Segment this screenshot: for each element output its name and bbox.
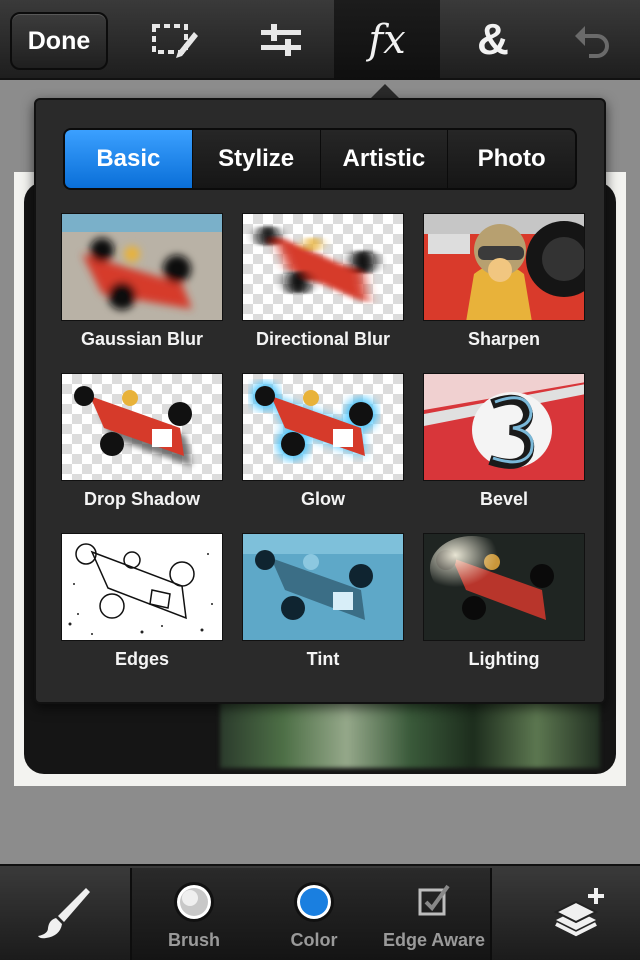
glow-thumbnail	[242, 373, 404, 481]
effect-label: Edges	[114, 649, 170, 669]
effect-bevel[interactable]: Bevel	[423, 373, 585, 523]
effect-edges[interactable]: Edges	[61, 533, 223, 683]
ampersand-icon: &	[477, 15, 509, 64]
lighting-thumbnail	[423, 533, 585, 641]
bottom-toolbar: Brush Color Edge Aware	[0, 864, 640, 960]
brush-tool-button[interactable]	[0, 866, 128, 960]
top-toolbar: Done fx &	[0, 0, 640, 80]
dashed-select-pencil-icon	[152, 24, 198, 58]
sharpen-thumbnail	[423, 213, 585, 321]
effect-label: Gaussian Blur	[80, 329, 204, 349]
effect-directional-blur[interactable]: Directional Blur	[242, 213, 404, 363]
effect-lighting[interactable]: Lighting	[423, 533, 585, 683]
effect-label: Tint	[306, 649, 340, 669]
edge-aware-label: Edge Aware	[382, 930, 486, 950]
edges-thumbnail	[61, 533, 223, 641]
undo-arrow-icon	[575, 26, 609, 58]
effect-category-tabs: Basic Stylize Artistic Photo	[63, 128, 577, 190]
tab-basic[interactable]: Basic	[65, 130, 193, 188]
overlay-tool-button[interactable]: &	[440, 0, 546, 80]
effect-label: Glow	[301, 489, 345, 509]
effect-label: Drop Shadow	[84, 489, 200, 509]
sliders-icon	[261, 24, 301, 56]
brush-size-button[interactable]: Brush	[134, 868, 254, 960]
effect-sharpen[interactable]: Sharpen	[423, 213, 585, 363]
tab-photo[interactable]: Photo	[448, 130, 575, 188]
layers-plus-icon	[553, 888, 604, 937]
brush-label: Brush	[167, 930, 220, 950]
tint-thumbnail	[242, 533, 404, 641]
tab-stylize[interactable]: Stylize	[193, 130, 321, 188]
adjustments-tool-button[interactable]	[228, 0, 334, 80]
brush-swatch-icon	[174, 882, 214, 922]
effect-label: Sharpen	[467, 329, 541, 349]
effect-tint[interactable]: Tint	[242, 533, 404, 683]
effect-drop-shadow[interactable]: Drop Shadow	[61, 373, 223, 523]
color-button[interactable]: Color	[254, 868, 374, 960]
drop-shadow-thumbnail	[61, 373, 223, 481]
effects-tool-button[interactable]: fx	[334, 0, 440, 80]
effect-gaussian-blur[interactable]: Gaussian Blur	[61, 213, 223, 363]
photo-visible-strip	[220, 700, 600, 768]
undo-button[interactable]	[546, 0, 640, 80]
selection-tool-button[interactable]	[122, 0, 228, 80]
effect-label: Bevel	[479, 489, 529, 509]
directional-blur-thumbnail	[242, 213, 404, 321]
effect-glow[interactable]: Glow	[242, 373, 404, 523]
paintbrush-icon	[38, 888, 90, 939]
checkbox-icon	[418, 884, 450, 916]
effect-label: Directional Blur	[255, 329, 391, 349]
effect-label: Lighting	[468, 649, 540, 669]
color-swatch-icon	[294, 882, 334, 922]
tab-artistic[interactable]: Artistic	[321, 130, 449, 188]
bevel-thumbnail	[423, 373, 585, 481]
layers-button[interactable]	[520, 866, 640, 960]
fx-icon: fx	[368, 17, 406, 63]
done-button[interactable]: Done	[10, 12, 108, 70]
brush-options-group: Brush Color Edge Aware	[130, 868, 492, 960]
color-label: Color	[290, 930, 338, 950]
gaussian-blur-thumbnail	[61, 213, 223, 321]
edge-aware-toggle[interactable]: Edge Aware	[374, 868, 494, 960]
